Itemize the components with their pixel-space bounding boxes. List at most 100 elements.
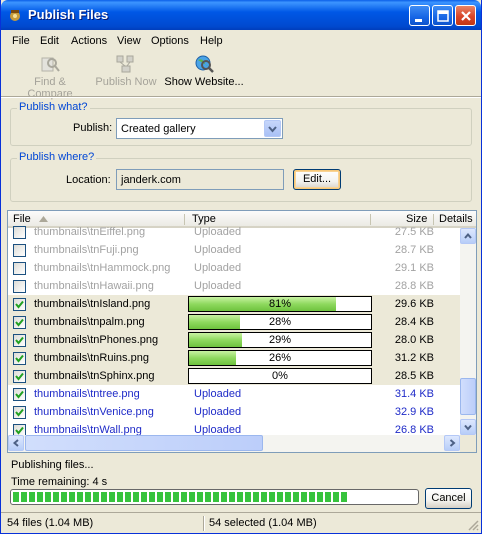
table-row[interactable]: thumbnails\tnEiffel.png Uploaded 27.5 KB — [8, 223, 462, 241]
file-size: 28.0 KB — [394, 334, 434, 346]
row-checkbox[interactable] — [13, 388, 26, 401]
publish-files-window: Publish Files File Edit Actions View Opt… — [0, 0, 482, 534]
horizontal-scrollbar[interactable] — [8, 435, 460, 452]
menu-actions[interactable]: Actions — [71, 35, 107, 47]
file-status: Uploaded — [194, 226, 242, 238]
table-row[interactable]: thumbnails\tnWall.png Uploaded 26.8 KB — [8, 421, 462, 435]
file-name: thumbnails\tnHammock.png — [34, 262, 171, 274]
show-website-label: Show Website... — [164, 76, 244, 88]
scroll-left-button[interactable] — [8, 435, 24, 451]
file-list[interactable]: File Type Size Details thumbnails\tnEiff… — [7, 210, 477, 453]
maximize-button[interactable] — [432, 5, 453, 26]
row-checkbox[interactable] — [13, 370, 26, 383]
row-checkbox[interactable] — [13, 406, 26, 419]
status-bar: 54 files (1.04 MB) 54 selected (1.04 MB) — [1, 512, 481, 533]
file-size: 28.8 KB — [394, 280, 434, 292]
table-row[interactable]: thumbnails\tnFuji.png Uploaded 28.7 KB — [8, 241, 462, 259]
file-name: thumbnails\tnHawaii.png — [34, 280, 154, 292]
dropdown-arrow-icon — [268, 126, 277, 133]
file-size: 29.1 KB — [394, 262, 434, 274]
maximize-icon — [437, 10, 449, 22]
arrow-up-icon — [464, 232, 472, 239]
publish-now-icon — [116, 55, 134, 73]
arrow-left-icon — [12, 439, 19, 447]
show-website-icon — [195, 55, 214, 73]
publish-select-value: Created gallery — [121, 123, 196, 135]
table-row[interactable]: thumbnails\tnSphinx.png 0% 28.5 KB — [8, 367, 462, 385]
table-row[interactable]: thumbnails\tnPhones.png 29% 28.0 KB — [8, 331, 462, 349]
row-checkbox[interactable] — [13, 226, 26, 239]
horizontal-scroll-thumb[interactable] — [25, 435, 263, 451]
table-row[interactable]: thumbnails\tnpalm.png 28% 28.4 KB — [8, 313, 462, 331]
file-size: 28.5 KB — [394, 370, 434, 382]
close-button[interactable] — [455, 5, 476, 26]
row-checkbox[interactable] — [13, 298, 26, 311]
checkbox-check-icon — [15, 426, 24, 435]
table-row[interactable]: thumbnails\tntree.png Uploaded 31.4 KB — [8, 385, 462, 403]
file-rows: thumbnails\tnEiffel.png Uploaded 27.5 KB th… — [8, 223, 462, 435]
cancel-button[interactable]: Cancel — [425, 488, 472, 509]
table-row[interactable]: thumbnails\tnRuins.png 26% 31.2 KB — [8, 349, 462, 367]
publishing-status: Publishing files... — [11, 459, 94, 471]
menu-help[interactable]: Help — [200, 35, 223, 47]
publish-now-button[interactable]: Publish Now — [94, 54, 158, 88]
row-checkbox[interactable] — [13, 316, 26, 329]
location-value: janderk.com — [121, 174, 181, 186]
row-progress-bar: 26% — [188, 350, 372, 366]
toolbar: Find & Compare Publish Now Show Website.… — [1, 52, 481, 100]
sort-ascending-icon — [39, 216, 48, 222]
row-progress-bar: 28% — [188, 314, 372, 330]
row-progress-bar: 0% — [188, 368, 372, 384]
title-bar[interactable]: Publish Files — [1, 0, 481, 30]
row-progress-label: 0% — [272, 370, 288, 382]
row-progress-label: 28% — [268, 316, 292, 328]
checkbox-check-icon — [15, 390, 24, 399]
scroll-right-button[interactable] — [444, 435, 460, 451]
row-checkbox[interactable] — [13, 244, 26, 257]
vertical-scroll-thumb[interactable] — [460, 378, 476, 415]
menu-file[interactable]: File — [12, 35, 30, 47]
publish-where-title: Publish where? — [17, 151, 97, 163]
find-compare-button[interactable]: Find & Compare — [10, 54, 90, 100]
table-row[interactable]: thumbnails\tnVenice.png Uploaded 32.9 KB — [8, 403, 462, 421]
menu-options[interactable]: Options — [151, 35, 189, 47]
minimize-button[interactable] — [409, 5, 430, 26]
dropdown-button[interactable] — [264, 120, 281, 137]
show-website-button[interactable]: Show Website... — [162, 54, 246, 88]
publish-what-title: Publish what? — [17, 101, 90, 113]
close-icon — [461, 11, 471, 21]
checkbox-check-icon — [15, 318, 24, 327]
file-name: thumbnails\tnRuins.png — [34, 352, 149, 364]
file-size: 29.6 KB — [394, 298, 434, 310]
file-name: thumbnails\tnEiffel.png — [34, 226, 146, 238]
table-row[interactable]: thumbnails\tnHammock.png Uploaded 29.1 KB — [8, 259, 462, 277]
location-field[interactable]: janderk.com — [116, 169, 284, 190]
table-row[interactable]: thumbnails\tnIsland.png 81% 29.6 KB — [8, 295, 462, 313]
resize-grip-icon[interactable] — [467, 519, 479, 531]
menu-edit[interactable]: Edit — [40, 35, 59, 47]
file-name: thumbnails\tnVenice.png — [34, 406, 154, 418]
row-checkbox[interactable] — [13, 262, 26, 275]
vertical-scrollbar[interactable] — [460, 228, 476, 436]
publish-what-group: Publish what? Publish: Created gallery — [10, 101, 472, 146]
publish-select[interactable]: Created gallery — [116, 118, 283, 139]
file-status: Uploaded — [194, 406, 242, 418]
location-label: Location: — [66, 174, 111, 186]
scroll-up-button[interactable] — [460, 228, 476, 244]
file-status: Uploaded — [194, 388, 242, 400]
row-checkbox[interactable] — [13, 280, 26, 293]
row-checkbox[interactable] — [13, 334, 26, 347]
scroll-down-button[interactable] — [460, 419, 476, 435]
overall-progress-bar — [10, 489, 419, 505]
row-progress-label: 81% — [268, 298, 292, 310]
row-checkbox[interactable] — [13, 424, 26, 435]
table-row[interactable]: thumbnails\tnHawaii.png Uploaded 28.8 KB — [8, 277, 462, 295]
status-files: 54 files (1.04 MB) — [7, 517, 94, 529]
file-size: 31.4 KB — [394, 388, 434, 400]
menu-view[interactable]: View — [117, 35, 141, 47]
file-name: thumbnails\tnPhones.png — [34, 334, 159, 346]
edit-location-button[interactable]: Edit... — [293, 169, 341, 190]
row-progress-label: 26% — [268, 352, 292, 364]
file-size: 31.2 KB — [394, 352, 434, 364]
row-checkbox[interactable] — [13, 352, 26, 365]
